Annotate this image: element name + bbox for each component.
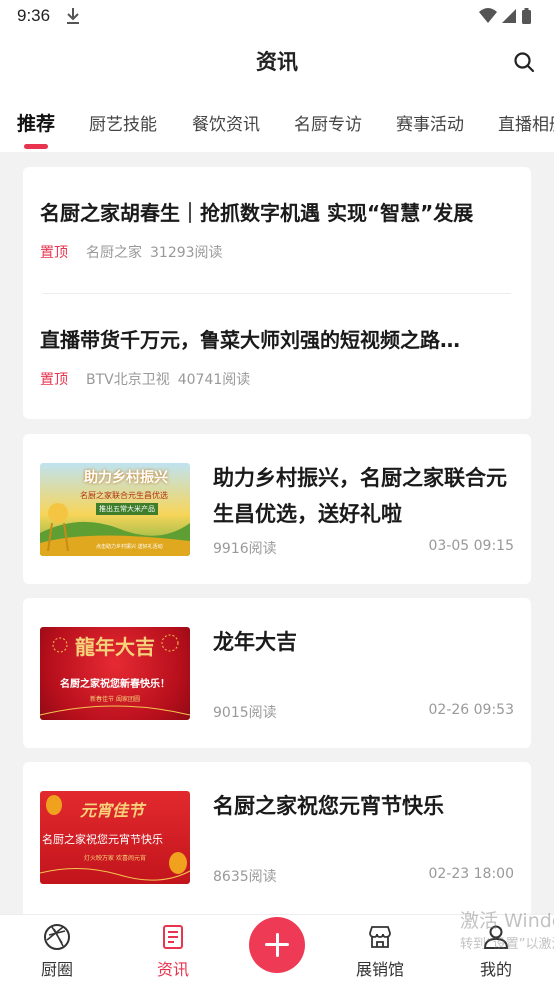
tab-catering-news[interactable]: 餐饮资讯 [192,110,260,135]
search-icon[interactable] [512,50,536,74]
pinned-badge: 置顶 [40,372,68,388]
pinned-title: 名厨之家胡春生｜抢抓数字机遇 实现“智慧”发展 [40,201,474,225]
nav-item-exhibition[interactable]: 展销馆 [340,915,420,984]
thumbnail-caption: 推出五常大米产品 [96,503,158,515]
news-reads: 8635阅读 [213,869,277,885]
thumbnail-subtitle: 名厨之家祝您新春快乐！ [60,679,170,690]
thumbnail-headline: 助力乡村振兴 [84,470,168,486]
pinned-badge: 置顶 [40,245,68,261]
battery-icon [522,10,531,24]
store-icon [369,926,391,948]
tab-recommended[interactable]: 推荐 [17,109,55,136]
pinned-source: BTV北京卫视 [86,372,170,388]
pinned-title: 直播带货千万元，鲁菜大师刘强的短视频之路… [40,328,460,352]
download-icon [67,8,79,24]
system-status-icons [479,8,531,24]
news-title: 名厨之家祝您元宵节快乐 [213,794,444,818]
thumbnail-headline: 龍年大吉 [75,635,155,659]
pinned-reads: 31293阅读 [150,245,223,261]
status-bar: 9:36 [0,0,554,34]
thumbnail-subtitle: 名厨之家联合元生昌优选 [80,491,168,500]
thumbnail-footer: 点击助力乡村振兴 送好礼活动 [96,544,163,550]
pinned-meta: 置顶 名厨之家 31293阅读 [40,242,514,262]
news-time: 02-23 18:00 [428,866,514,882]
thumbnail-headline: 元宵佳节 [80,801,145,820]
active-tab-indicator [24,144,48,149]
aperture-icon [44,924,70,950]
page-title: 资讯 [256,50,298,74]
pinned-meta: 置顶 BTV北京卫视 40741阅读 [40,369,514,389]
pinned-card: 名厨之家胡春生｜抢抓数字机遇 实现“智慧”发展 置顶 名厨之家 31293阅读 直播… [23,167,531,419]
news-card[interactable]: 助力乡村振兴 名厨之家联合元生昌优选 推出五常大米产品 点击助力乡村振兴 送好礼… [23,434,531,584]
thumbnail-subtitle: 名厨之家祝您元宵节快乐 [42,833,163,846]
nav-label: 厨圈 [40,960,73,979]
pinned-item-2[interactable]: 直播带货千万元，鲁菜大师刘强的短视频之路… 置顶 BTV北京卫视 40741阅读 [40,324,514,389]
news-card[interactable]: 龍年大吉 名厨之家祝您新春快乐！ 新春佳节 阖家团圆 龙年大吉 9015阅读 0… [23,598,531,748]
pinned-source: 名厨之家 [86,245,142,261]
tab-chef-interviews[interactable]: 名厨专访 [294,110,362,135]
status-time: 9:36 [17,6,51,25]
nav-label: 资讯 [156,960,189,979]
tab-live-albums[interactable]: 直播相册 [498,110,554,135]
news-card[interactable]: 元宵佳节 名厨之家祝您元宵节快乐 灯火映万家 欢喜闹元宵 名厨之家祝您元宵节快乐… [23,762,531,922]
nav-label: 展销馆 [355,960,404,979]
news-thumbnail: 元宵佳节 名厨之家祝您元宵节快乐 灯火映万家 欢喜闹元宵 [40,791,190,884]
signal-icon [502,9,516,23]
pinned-reads: 40741阅读 [177,372,251,388]
news-reads: 9916阅读 [213,541,277,557]
nav-item-chef-circle[interactable]: 厨圈 [17,915,97,984]
news-reads: 9015阅读 [213,705,277,721]
create-post-button[interactable] [249,917,305,973]
news-title: 龙年大吉 [213,630,297,654]
nav-label: 我的 [479,960,512,979]
news-thumbnail: 龍年大吉 名厨之家祝您新春快乐！ 新春佳节 阖家团圆 [40,627,190,720]
top-area: 9:36 资讯 推荐 厨艺技能 餐饮资讯 名厨专访 赛事活动 直播相册 [0,0,554,152]
news-time: 03-05 09:15 [428,538,514,554]
tab-competitions[interactable]: 赛事活动 [396,110,464,135]
wifi-icon [479,8,497,23]
thumbnail-caption: 灯火映万家 欢喜闹元宵 [84,855,146,862]
activation-watermark: 激活 Windows [460,910,554,932]
activation-watermark-hint: 转到“设置”以激活 Windows。 [460,937,554,952]
news-thumbnail: 助力乡村振兴 名厨之家联合元生昌优选 推出五常大米产品 点击助力乡村振兴 送好礼… [40,463,190,556]
plus-icon [275,933,279,957]
nav-item-news[interactable]: 资讯 [133,915,213,984]
divider [43,293,511,294]
news-title: 助力乡村振兴，名厨之家联合元生昌优选，送好礼啦 [213,466,507,526]
news-time: 02-26 09:53 [428,702,514,718]
category-tabs: 推荐 厨艺技能 餐饮资讯 名厨专访 赛事活动 直播相册 [0,104,554,152]
tab-cooking-skills[interactable]: 厨艺技能 [89,110,157,135]
pinned-item-1[interactable]: 名厨之家胡春生｜抢抓数字机遇 实现“智慧”发展 置顶 名厨之家 31293阅读 [40,197,514,262]
thumbnail-caption: 新春佳节 阖家团圆 [90,696,140,703]
news-icon [163,925,183,949]
